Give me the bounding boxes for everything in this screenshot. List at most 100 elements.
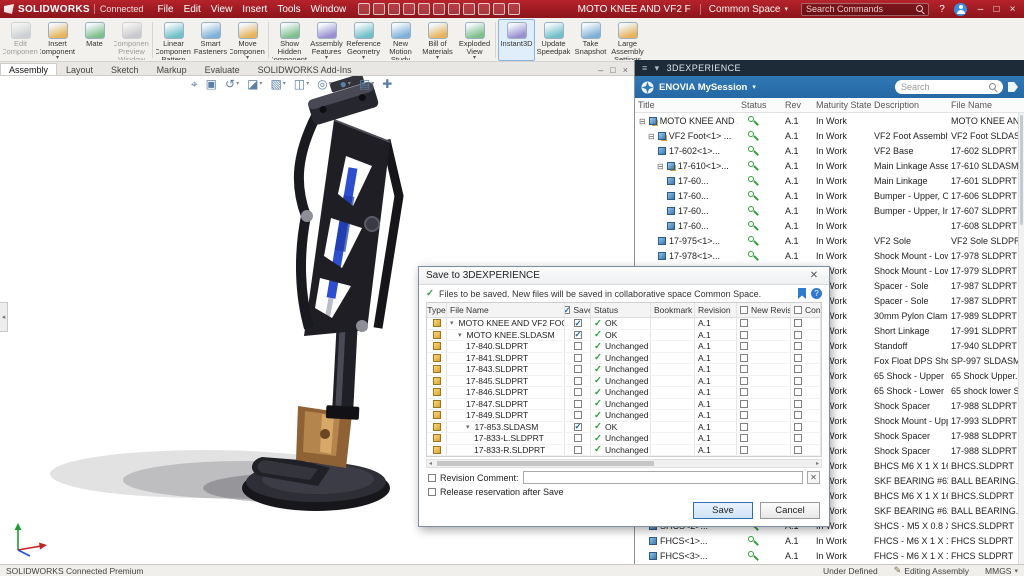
convert-checkbox[interactable] bbox=[794, 388, 802, 397]
new-revision-checkbox[interactable] bbox=[740, 353, 748, 362]
view-orientation-icon[interactable]: ▧ ▾ bbox=[270, 78, 285, 90]
ribbon-button-insert-components[interactable]: Insert Components▾ bbox=[39, 19, 76, 61]
chevron-down-icon[interactable]: ▾ bbox=[655, 63, 660, 74]
asset-row[interactable]: ⊟ VF2 Foot<1> ... A.1 In Work VF2 Foot Assem… bbox=[635, 128, 1024, 143]
tree-expander-icon[interactable]: ⊟ bbox=[648, 132, 655, 141]
column-header-maturity-state[interactable]: Maturity State bbox=[813, 100, 871, 110]
new-revision-checkbox[interactable] bbox=[740, 399, 748, 408]
menu-window[interactable]: Window bbox=[306, 4, 352, 15]
asset-row[interactable]: 17-975<1>... A.1 In Work VF2 Sole VF2 Sole S… bbox=[635, 233, 1024, 248]
ribbon-button-linear-component-pattern[interactable]: Linear Component Pattern▾ bbox=[155, 19, 192, 61]
new-icon[interactable] bbox=[358, 3, 371, 15]
convert-checkbox[interactable] bbox=[794, 342, 802, 351]
zoom-fit-icon[interactable]: ⌖ bbox=[191, 78, 198, 90]
convert-checkbox[interactable] bbox=[794, 445, 802, 454]
file-row[interactable]: ▾ MOTO KNEE AND VF2 FOOT.SLD... ✓OK A.1 bbox=[427, 318, 821, 330]
previous-view-icon[interactable]: ↺ ▾ bbox=[225, 78, 239, 90]
file-row[interactable]: 17-833-R.SLDPRT ✓ Unchanged A.1 bbox=[427, 444, 821, 456]
save-checkbox[interactable] bbox=[573, 422, 582, 432]
open-icon[interactable] bbox=[373, 3, 386, 15]
edit-appearance-icon[interactable]: ● ▾ bbox=[340, 78, 351, 90]
scroll-right-icon[interactable]: ▸ bbox=[814, 460, 821, 467]
ribbon-button-edit-component[interactable]: Edit Component bbox=[2, 19, 39, 61]
new-revision-checkbox[interactable] bbox=[740, 342, 748, 351]
header-checkbox-convert[interactable] bbox=[794, 306, 802, 314]
minimize-icon[interactable]: – bbox=[973, 4, 988, 15]
help-icon[interactable]: ? bbox=[936, 4, 948, 15]
menu-tools[interactable]: Tools bbox=[272, 4, 305, 15]
column-header-file-name[interactable]: File Name bbox=[948, 100, 1024, 110]
panel-search-input[interactable] bbox=[901, 82, 986, 92]
collaborative-space-selector[interactable]: Common Space bbox=[699, 3, 780, 15]
ribbon-button-mate[interactable]: Mate bbox=[76, 19, 113, 61]
file-row[interactable]: 17-845.SLDPRT ✓ Unchanged A.1 bbox=[427, 375, 821, 387]
asset-row[interactable]: 17-978<1>... A.1 In Work Shock Mount - Lowe… bbox=[635, 248, 1024, 263]
convert-checkbox[interactable] bbox=[794, 353, 802, 362]
convert-checkbox[interactable] bbox=[794, 399, 802, 408]
horizontal-scrollbar[interactable]: ◂ ▸ bbox=[426, 459, 822, 468]
tab-sketch[interactable]: Sketch bbox=[102, 63, 148, 75]
search-input[interactable] bbox=[806, 4, 913, 14]
ribbon-button-bill-of-materials[interactable]: Bill of Materials ▾ bbox=[419, 19, 456, 61]
column-header-rev[interactable]: Rev bbox=[782, 100, 813, 110]
save-checkbox[interactable] bbox=[573, 445, 582, 454]
asset-row[interactable]: ⊟ 17-610<1>... A.1 In Work Main Linkage Asse… bbox=[635, 158, 1024, 173]
asset-row[interactable]: 17-60... A.1 In Work Bumper - Upper, Ou...1… bbox=[635, 188, 1024, 203]
property-manager-collapsed-tab[interactable]: ◂ bbox=[0, 302, 8, 332]
asset-row[interactable]: 17-60... A.1 In Work Main Linkage 17-601 SLD… bbox=[635, 173, 1024, 188]
display-style-icon[interactable]: ◫ ▾ bbox=[294, 78, 309, 90]
tree-expander-icon[interactable]: ▾ bbox=[450, 319, 454, 327]
close-icon[interactable]: × bbox=[1005, 4, 1020, 15]
clear-comment-icon[interactable]: ✕ bbox=[807, 471, 820, 484]
convert-checkbox[interactable] bbox=[794, 434, 802, 443]
header-checkbox-new-revision[interactable] bbox=[740, 306, 748, 314]
section-view-icon[interactable]: ◪ ▾ bbox=[247, 78, 262, 90]
asset-row[interactable]: ⊟ MOTO KNEE AND ... A.1 In Work MOTO KNEE AN… bbox=[635, 113, 1024, 128]
convert-checkbox[interactable] bbox=[794, 422, 802, 431]
file-row[interactable]: 17-833-L.SLDPRT ✓ Unchanged A.1 bbox=[427, 433, 821, 445]
new-revision-checkbox[interactable] bbox=[740, 411, 748, 420]
zoom-area-icon[interactable]: ▣ bbox=[206, 78, 217, 90]
save-checkbox[interactable] bbox=[573, 353, 582, 362]
file-properties-icon[interactable] bbox=[478, 3, 491, 15]
save-checkbox[interactable] bbox=[573, 434, 582, 443]
new-revision-checkbox[interactable] bbox=[740, 365, 748, 374]
file-row[interactable]: 17-843.SLDPRT ✓ Unchanged A.1 bbox=[427, 364, 821, 376]
asset-row[interactable]: 17-60... A.1 In Work 17-608 SLDPRT bbox=[635, 218, 1024, 233]
asset-row[interactable]: 17-60... A.1 In Work Bumper - Upper, Ins...… bbox=[635, 203, 1024, 218]
tree-expander-icon[interactable]: ⊟ bbox=[657, 162, 664, 171]
header-checkbox-save[interactable] bbox=[565, 305, 570, 316]
session-label[interactable]: ENOVIA MySession bbox=[659, 82, 747, 93]
tab-markup[interactable]: Markup bbox=[148, 63, 196, 75]
file-row[interactable]: 17-840.SLDPRT ✓ Unchanged A.1 bbox=[427, 341, 821, 353]
tab-assembly[interactable]: Assembly bbox=[0, 63, 58, 75]
save-button[interactable]: Save bbox=[693, 502, 753, 519]
column-header-status[interactable]: Status bbox=[738, 100, 782, 110]
file-row[interactable]: ▾ 17-853.SLDASM ✓OK A.1 bbox=[427, 421, 821, 433]
file-row[interactable]: 17-847.SLDPRT ✓ Unchanged A.1 bbox=[427, 398, 821, 410]
convert-checkbox[interactable] bbox=[794, 365, 802, 374]
ribbon-button-show-hidden-components[interactable]: Show Hidden Components bbox=[271, 19, 308, 61]
view-settings-icon[interactable]: ✚ bbox=[382, 78, 392, 90]
ribbon-button-move-component[interactable]: Move Component ▾ bbox=[229, 19, 266, 61]
doc-minimize-icon[interactable]: – bbox=[598, 65, 603, 75]
hide-show-items-icon[interactable]: ◎ ▾ bbox=[317, 78, 332, 90]
tree-expander-icon[interactable]: ▾ bbox=[466, 423, 470, 431]
convert-checkbox[interactable] bbox=[794, 411, 802, 420]
scroll-left-icon[interactable]: ◂ bbox=[427, 460, 434, 467]
save-checkbox[interactable] bbox=[573, 376, 582, 385]
tag-icon[interactable] bbox=[1008, 82, 1018, 92]
close-icon[interactable]: ✕ bbox=[806, 270, 822, 281]
asset-row[interactable]: 17-602<1>... A.1 In Work VF2 Base 17-602 SLD… bbox=[635, 143, 1024, 158]
doc-restore-icon[interactable]: □ bbox=[610, 65, 615, 75]
new-revision-checkbox[interactable] bbox=[740, 376, 748, 385]
save-checkbox[interactable] bbox=[573, 318, 582, 329]
3ds-compass-icon[interactable] bbox=[641, 81, 654, 94]
new-revision-checkbox[interactable] bbox=[740, 330, 748, 339]
ribbon-button-smart-fasteners[interactable]: Smart Fasteners bbox=[192, 19, 229, 61]
new-revision-checkbox[interactable] bbox=[740, 422, 748, 431]
save-checkbox[interactable] bbox=[573, 388, 582, 397]
help-icon[interactable] bbox=[508, 3, 521, 15]
column-header-title[interactable]: Title bbox=[635, 100, 738, 110]
convert-checkbox[interactable] bbox=[794, 376, 802, 385]
